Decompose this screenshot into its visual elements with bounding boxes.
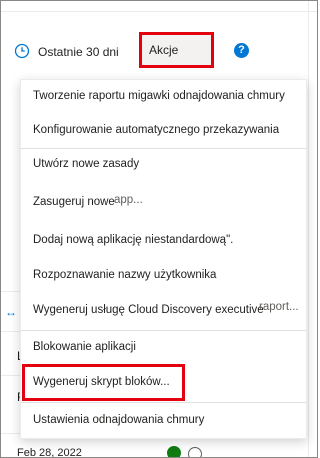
actions-button-label: Akcje bbox=[149, 43, 179, 57]
top-edge bbox=[1, 1, 317, 12]
menu-item-label: Tworzenie raportu migawki odnajdowania c… bbox=[33, 90, 285, 102]
bg-divider bbox=[1, 331, 21, 332]
menu-item-snapshot-report[interactable]: Tworzenie raportu migawki odnajdowania c… bbox=[21, 80, 306, 112]
bg-divider bbox=[1, 433, 21, 434]
menu-item-suffix: app... bbox=[114, 194, 143, 206]
bg-divider bbox=[1, 291, 21, 292]
right-edge bbox=[308, 1, 309, 457]
menu-item-label: Blokowanie aplikacji bbox=[33, 341, 136, 353]
status-ok-icon bbox=[167, 446, 181, 457]
menu-item-label: Zasugeruj nowe bbox=[33, 196, 115, 208]
menu-item-label: Rozpoznawanie nazwy użytkownika bbox=[33, 269, 217, 281]
menu-item-resolve-username[interactable]: Rozpoznawanie nazwy użytkownika bbox=[21, 259, 306, 291]
date-range-filter[interactable]: Ostatnie 30 dni bbox=[38, 45, 119, 59]
actions-menu: Tworzenie raportu migawki odnajdowania c… bbox=[20, 79, 307, 439]
help-icon[interactable]: ? bbox=[234, 43, 249, 58]
menu-item-cloud-discovery-settings[interactable]: Ustawienia odnajdowania chmury bbox=[21, 404, 306, 436]
menu-item-label: Utwórz nowe zasady bbox=[33, 158, 140, 170]
bg-divider bbox=[1, 375, 21, 376]
menu-item-suggest-app[interactable]: Zasugeruj nowe bbox=[21, 186, 306, 218]
menu-item-auto-upload[interactable]: Konfigurowanie automatycznego przekazywa… bbox=[21, 114, 306, 146]
clock-icon bbox=[14, 43, 30, 59]
menu-item-suffix: raport... bbox=[259, 301, 299, 313]
actions-button[interactable]: Akcje bbox=[139, 32, 214, 68]
menu-item-create-policy[interactable]: Utwórz nowe zasady bbox=[21, 148, 306, 180]
menu-item-label: Wygeneruj skrypt bloków... bbox=[33, 376, 170, 388]
row-date: Feb 28, 2022 bbox=[17, 447, 82, 458]
menu-item-label: Ustawienia odnajdowania chmury bbox=[33, 414, 205, 426]
status-icon bbox=[188, 447, 202, 457]
app-window: Ostatnie 30 dni Akcje ? ↔ L F Feb 28, 20… bbox=[0, 0, 318, 458]
menu-item-label: Wygeneruj usługę Cloud Discovery executi… bbox=[33, 304, 264, 316]
expand-arrows-icon[interactable]: ↔ bbox=[5, 305, 17, 319]
menu-item-add-custom-app[interactable]: Dodaj nową aplikację niestandardową". bbox=[21, 224, 306, 256]
menu-divider bbox=[21, 402, 306, 403]
menu-item-label: Dodaj nową aplikację niestandardową". bbox=[33, 234, 234, 246]
menu-item-block-apps[interactable]: Blokowanie aplikacji bbox=[21, 331, 306, 363]
menu-item-label: Konfigurowanie automatycznego przekazywa… bbox=[33, 124, 280, 136]
menu-item-generate-block-script[interactable]: Wygeneruj skrypt bloków... bbox=[21, 366, 306, 398]
